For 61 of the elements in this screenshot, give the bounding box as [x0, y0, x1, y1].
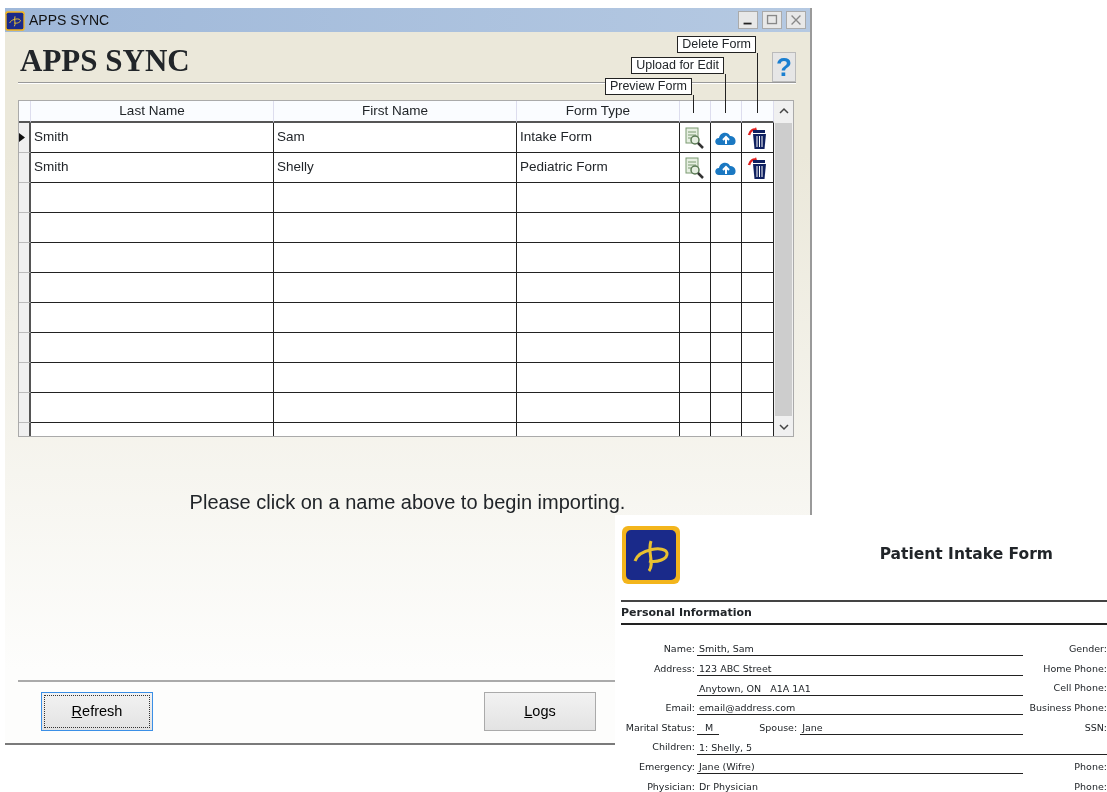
- row-header[interactable]: [19, 123, 31, 153]
- column-header[interactable]: [680, 101, 711, 123]
- field-label: Children:: [651, 740, 696, 755]
- field-value: Jane (Wifre): [697, 761, 1023, 775]
- table-cell: Shelly: [274, 153, 517, 183]
- column-header[interactable]: Form Type: [517, 101, 680, 123]
- field-label: Phone:: [1073, 760, 1107, 775]
- minimize-icon[interactable]: [738, 11, 758, 29]
- field-label: SSN:: [1083, 720, 1107, 735]
- field-value: 123 ABC Street: [697, 662, 1023, 676]
- field-label: Address:: [652, 661, 696, 676]
- tooltip-label: Delete Form: [677, 36, 756, 53]
- instruction-text: Please click on a name above to begin importing.: [188, 490, 627, 514]
- table-cell: Smith: [31, 153, 274, 183]
- table-cell: Smith: [31, 123, 274, 153]
- column-header[interactable]: [711, 101, 742, 123]
- field-label: Cell Phone:: [1052, 681, 1107, 696]
- window-title: APPS SYNC: [29, 10, 110, 30]
- field-value: Dr Physician: [697, 781, 1023, 792]
- field-label: Business Phone:: [1028, 701, 1107, 715]
- preview-icon[interactable]: [685, 156, 705, 179]
- trash-icon[interactable]: [746, 155, 769, 180]
- field-label: Email:: [664, 701, 696, 715]
- field-label: Gender:: [1067, 641, 1107, 656]
- table-cell: Pediatric Form: [517, 153, 680, 183]
- field-value: M: [697, 721, 720, 735]
- column-header[interactable]: First Name: [274, 101, 517, 123]
- app-logo-icon: [5, 10, 25, 31]
- logo-icon: [621, 525, 681, 585]
- field-value: Anytown, ON A1A 1A1: [697, 682, 1023, 696]
- leader-line: [757, 53, 758, 113]
- column-header[interactable]: [742, 101, 774, 123]
- field-label: Phone:: [1073, 779, 1107, 792]
- field-value: Jane: [800, 721, 1023, 735]
- action-button[interactable]: Logs: [484, 692, 596, 731]
- form-title: Patient Intake Form: [879, 544, 1053, 566]
- table-cell: Sam: [274, 123, 517, 153]
- leader-line: [693, 95, 694, 113]
- field-value: 1: Shelly, 5: [697, 741, 1107, 755]
- field-label: Home Phone:: [1042, 661, 1107, 676]
- tooltip-label: Upload for Edit: [631, 57, 724, 74]
- table-cell: Intake Form: [517, 123, 680, 153]
- section-heading: Personal Information: [621, 602, 1107, 625]
- field-label: Name:: [662, 641, 696, 656]
- row-header[interactable]: [19, 153, 31, 183]
- tooltip-label: Preview Form: [604, 78, 692, 95]
- field-label: Marital Status:: [624, 720, 696, 735]
- app-heading: APPS SYNC: [20, 43, 190, 79]
- action-button[interactable]: Refresh: [41, 692, 153, 731]
- column-header[interactable]: Last Name: [31, 101, 274, 123]
- field-label: Emergency:: [637, 760, 696, 775]
- field-label: Physician:: [646, 779, 696, 792]
- close-icon[interactable]: [786, 11, 806, 29]
- field-label: Spouse:: [759, 720, 799, 735]
- field-value: Smith, Sam: [697, 643, 1023, 657]
- maximize-icon[interactable]: [762, 11, 782, 29]
- leader-line: [725, 74, 726, 113]
- trash-icon[interactable]: [746, 125, 769, 150]
- field-value: email@address.com: [697, 702, 1023, 716]
- preview-icon[interactable]: [685, 126, 705, 149]
- scrollbar[interactable]: [774, 101, 793, 436]
